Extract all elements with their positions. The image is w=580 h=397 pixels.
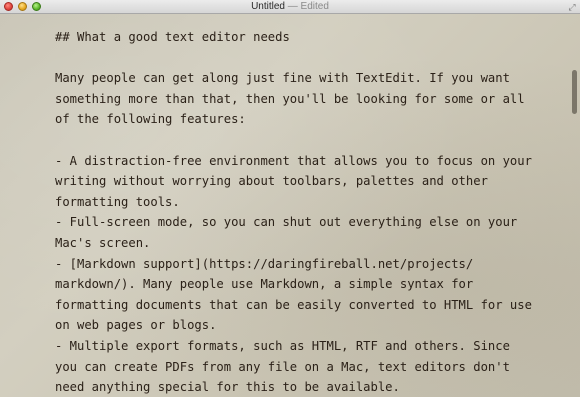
editor-window: Untitled — Edited ⤢ ## What a good text … (0, 0, 580, 397)
text-line: of the following features: (55, 112, 246, 127)
text-line: - [Markdown support](https://daringfireb… (55, 256, 474, 271)
text-line (55, 48, 555, 69)
text-line: ## What a good text editor needs (55, 30, 290, 44)
text-line (55, 130, 555, 151)
text-line: Mac's screen. (55, 235, 151, 250)
text-line: you can create PDFs from any file on a M… (55, 359, 510, 374)
text-line: on web pages or blogs. (55, 318, 217, 333)
text-line: need anything special for this to be ava… (55, 380, 400, 395)
text-line: something more than that, then you'll be… (55, 91, 525, 106)
title-bar[interactable]: Untitled — Edited ⤢ (0, 0, 580, 14)
text-line: Many people can get along just fine with… (55, 71, 510, 86)
text-line: - Multiple export formats, such as HTML,… (55, 338, 510, 353)
text-line: formatting tools. (55, 194, 180, 209)
text-line: formatting documents that can be easily … (55, 297, 532, 312)
fullscreen-icon[interactable]: ⤢ (567, 2, 577, 12)
document-text[interactable]: ## What a good text editor needs Many peo… (55, 27, 555, 397)
text-line: - A distraction-free environment that al… (55, 153, 532, 168)
text-line: - Full-screen mode, so you can shut out … (55, 215, 518, 230)
window-title: Untitled — Edited (0, 0, 580, 14)
text-line: writing without worrying about toolbars,… (55, 174, 488, 189)
text-editor-area[interactable]: ## What a good text editor needs Many peo… (0, 14, 580, 397)
vertical-scrollbar[interactable] (572, 70, 577, 114)
text-line: markdown/). Many people use Markdown, a … (55, 277, 474, 292)
document-name: Untitled (251, 1, 285, 12)
edited-status: Edited (300, 1, 329, 12)
title-separator: — (287, 1, 298, 12)
